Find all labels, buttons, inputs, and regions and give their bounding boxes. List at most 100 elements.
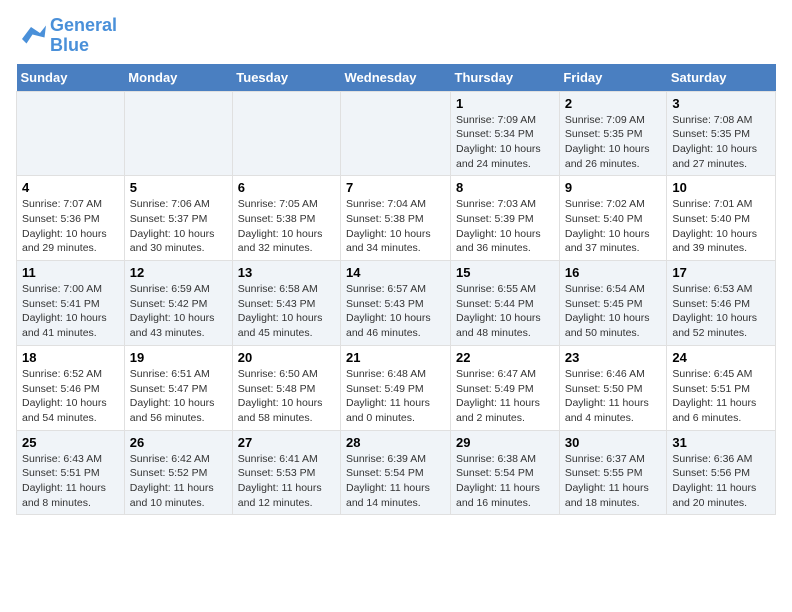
day-info: Sunrise: 6:39 AM Sunset: 5:54 PM Dayligh… xyxy=(346,452,445,511)
calendar-cell: 13Sunrise: 6:58 AM Sunset: 5:43 PM Dayli… xyxy=(232,261,340,346)
day-number: 17 xyxy=(672,265,770,280)
calendar-cell: 9 Sunrise: 7:02 AM Sunset: 5:40 PM Daylig… xyxy=(559,176,667,261)
day-number: 19 xyxy=(130,350,227,365)
header-saturday: Saturday xyxy=(667,64,776,92)
calendar-cell: 23 Sunrise: 6:46 AM Sunset: 5:50 PM Dayli… xyxy=(559,345,667,430)
day-number: 29 xyxy=(456,435,554,450)
day-info: Sunrise: 6:38 AM Sunset: 5:54 PM Dayligh… xyxy=(456,452,554,511)
day-info: Sunrise: 6:54 AM Sunset: 5:45 PM Dayligh… xyxy=(565,282,662,341)
day-number: 26 xyxy=(130,435,227,450)
calendar-cell: 3 Sunrise: 7:08 AM Sunset: 5:35 PM Daylig… xyxy=(667,91,776,176)
calendar-cell: 30Sunrise: 6:37 AM Sunset: 5:55 PM Dayli… xyxy=(559,430,667,515)
page-header: General Blue xyxy=(16,16,776,56)
day-number: 10 xyxy=(672,180,770,195)
logo: General Blue xyxy=(16,16,117,56)
day-number: 24 xyxy=(672,350,770,365)
day-info: Sunrise: 7:00 AM Sunset: 5:41 PM Dayligh… xyxy=(22,282,119,341)
day-info: Sunrise: 6:59 AM Sunset: 5:42 PM Dayligh… xyxy=(130,282,227,341)
calendar-cell: 18 Sunrise: 6:52 AM Sunset: 5:46 PM Dayli… xyxy=(17,345,125,430)
week-row-5: 25 Sunrise: 6:43 AM Sunset: 5:51 PM Dayli… xyxy=(17,430,776,515)
day-info: Sunrise: 6:43 AM Sunset: 5:51 PM Dayligh… xyxy=(22,452,119,511)
calendar-cell: 21Sunrise: 6:48 AM Sunset: 5:49 PM Dayli… xyxy=(341,345,451,430)
header-thursday: Thursday xyxy=(451,64,560,92)
header-tuesday: Tuesday xyxy=(232,64,340,92)
header-friday: Friday xyxy=(559,64,667,92)
day-number: 20 xyxy=(238,350,335,365)
day-info: Sunrise: 6:50 AM Sunset: 5:48 PM Dayligh… xyxy=(238,367,335,426)
day-info: Sunrise: 6:41 AM Sunset: 5:53 PM Dayligh… xyxy=(238,452,335,511)
calendar-cell: 7 Sunrise: 7:04 AM Sunset: 5:38 PM Daylig… xyxy=(341,176,451,261)
calendar-cell: 17 Sunrise: 6:53 AM Sunset: 5:46 PM Dayli… xyxy=(667,261,776,346)
day-info: Sunrise: 7:04 AM Sunset: 5:38 PM Dayligh… xyxy=(346,197,445,256)
header-wednesday: Wednesday xyxy=(341,64,451,92)
day-info: Sunrise: 6:47 AM Sunset: 5:49 PM Dayligh… xyxy=(456,367,554,426)
day-number: 16 xyxy=(565,265,662,280)
week-row-3: 11Sunrise: 7:00 AM Sunset: 5:41 PM Dayli… xyxy=(17,261,776,346)
day-info: Sunrise: 7:09 AM Sunset: 5:35 PM Dayligh… xyxy=(565,113,662,172)
day-info: Sunrise: 7:09 AM Sunset: 5:34 PM Dayligh… xyxy=(456,113,554,172)
day-info: Sunrise: 7:03 AM Sunset: 5:39 PM Dayligh… xyxy=(456,197,554,256)
day-info: Sunrise: 6:53 AM Sunset: 5:46 PM Dayligh… xyxy=(672,282,770,341)
week-row-4: 18 Sunrise: 6:52 AM Sunset: 5:46 PM Dayli… xyxy=(17,345,776,430)
calendar-cell: 26 Sunrise: 6:42 AM Sunset: 5:52 PM Dayli… xyxy=(124,430,232,515)
header-monday: Monday xyxy=(124,64,232,92)
calendar-cell: 24 Sunrise: 6:45 AM Sunset: 5:51 PM Dayli… xyxy=(667,345,776,430)
day-info: Sunrise: 6:36 AM Sunset: 5:56 PM Dayligh… xyxy=(672,452,770,511)
calendar-cell: 27 Sunrise: 6:41 AM Sunset: 5:53 PM Dayli… xyxy=(232,430,340,515)
calendar-cell: 1 Sunrise: 7:09 AM Sunset: 5:34 PM Daylig… xyxy=(451,91,560,176)
day-info: Sunrise: 7:05 AM Sunset: 5:38 PM Dayligh… xyxy=(238,197,335,256)
calendar-cell: 14 Sunrise: 6:57 AM Sunset: 5:43 PM Dayli… xyxy=(341,261,451,346)
day-number: 30 xyxy=(565,435,662,450)
day-number: 6 xyxy=(238,180,335,195)
calendar-table: SundayMondayTuesdayWednesdayThursdayFrid… xyxy=(16,64,776,516)
header-sunday: Sunday xyxy=(17,64,125,92)
calendar-cell xyxy=(17,91,125,176)
week-row-2: 4 Sunrise: 7:07 AM Sunset: 5:36 PM Daylig… xyxy=(17,176,776,261)
day-info: Sunrise: 6:46 AM Sunset: 5:50 PM Dayligh… xyxy=(565,367,662,426)
day-info: Sunrise: 6:42 AM Sunset: 5:52 PM Dayligh… xyxy=(130,452,227,511)
day-number: 28 xyxy=(346,435,445,450)
day-number: 14 xyxy=(346,265,445,280)
day-number: 7 xyxy=(346,180,445,195)
day-number: 18 xyxy=(22,350,119,365)
day-info: Sunrise: 6:52 AM Sunset: 5:46 PM Dayligh… xyxy=(22,367,119,426)
calendar-cell: 15Sunrise: 6:55 AM Sunset: 5:44 PM Dayli… xyxy=(451,261,560,346)
calendar-cell: 22Sunrise: 6:47 AM Sunset: 5:49 PM Dayli… xyxy=(451,345,560,430)
day-number: 15 xyxy=(456,265,554,280)
calendar-cell: 8 Sunrise: 7:03 AM Sunset: 5:39 PM Daylig… xyxy=(451,176,560,261)
calendar-cell: 25 Sunrise: 6:43 AM Sunset: 5:51 PM Dayli… xyxy=(17,430,125,515)
day-number: 25 xyxy=(22,435,119,450)
day-number: 1 xyxy=(456,96,554,111)
calendar-cell xyxy=(341,91,451,176)
day-info: Sunrise: 6:45 AM Sunset: 5:51 PM Dayligh… xyxy=(672,367,770,426)
day-number: 8 xyxy=(456,180,554,195)
day-info: Sunrise: 6:51 AM Sunset: 5:47 PM Dayligh… xyxy=(130,367,227,426)
day-info: Sunrise: 6:48 AM Sunset: 5:49 PM Dayligh… xyxy=(346,367,445,426)
header-row: SundayMondayTuesdayWednesdayThursdayFrid… xyxy=(17,64,776,92)
day-number: 5 xyxy=(130,180,227,195)
calendar-cell: 16 Sunrise: 6:54 AM Sunset: 5:45 PM Dayli… xyxy=(559,261,667,346)
calendar-cell: 2 Sunrise: 7:09 AM Sunset: 5:35 PM Daylig… xyxy=(559,91,667,176)
calendar-cell: 20 Sunrise: 6:50 AM Sunset: 5:48 PM Dayli… xyxy=(232,345,340,430)
day-number: 3 xyxy=(672,96,770,111)
calendar-cell: 31Sunrise: 6:36 AM Sunset: 5:56 PM Dayli… xyxy=(667,430,776,515)
day-info: Sunrise: 6:57 AM Sunset: 5:43 PM Dayligh… xyxy=(346,282,445,341)
day-number: 27 xyxy=(238,435,335,450)
day-number: 9 xyxy=(565,180,662,195)
week-row-1: 1 Sunrise: 7:09 AM Sunset: 5:34 PM Daylig… xyxy=(17,91,776,176)
calendar-cell xyxy=(124,91,232,176)
day-info: Sunrise: 7:02 AM Sunset: 5:40 PM Dayligh… xyxy=(565,197,662,256)
calendar-cell: 10Sunrise: 7:01 AM Sunset: 5:40 PM Dayli… xyxy=(667,176,776,261)
day-number: 23 xyxy=(565,350,662,365)
day-info: Sunrise: 7:08 AM Sunset: 5:35 PM Dayligh… xyxy=(672,113,770,172)
logo-text: General Blue xyxy=(50,16,117,56)
calendar-cell: 29 Sunrise: 6:38 AM Sunset: 5:54 PM Dayli… xyxy=(451,430,560,515)
day-info: Sunrise: 7:07 AM Sunset: 5:36 PM Dayligh… xyxy=(22,197,119,256)
calendar-cell: 6 Sunrise: 7:05 AM Sunset: 5:38 PM Daylig… xyxy=(232,176,340,261)
day-number: 4 xyxy=(22,180,119,195)
day-number: 12 xyxy=(130,265,227,280)
logo-icon xyxy=(16,24,46,48)
calendar-cell: 11Sunrise: 7:00 AM Sunset: 5:41 PM Dayli… xyxy=(17,261,125,346)
calendar-cell: 28 Sunrise: 6:39 AM Sunset: 5:54 PM Dayli… xyxy=(341,430,451,515)
day-number: 2 xyxy=(565,96,662,111)
